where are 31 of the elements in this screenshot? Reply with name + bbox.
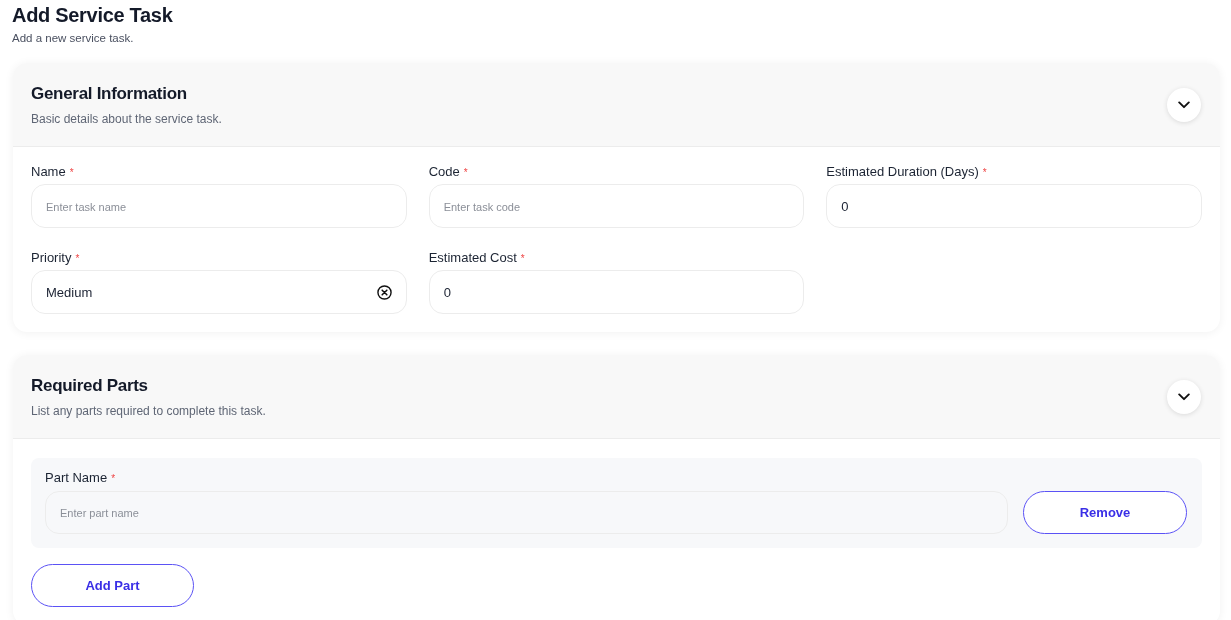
section-subtitle: Basic details about the service task.: [31, 111, 222, 127]
select-field[interactable]: Medium: [31, 270, 407, 314]
add-part-button[interactable]: Add Part: [31, 564, 194, 607]
text-input-field[interactable]: Enter task name: [31, 184, 407, 228]
section-title: General Information: [31, 83, 187, 105]
chevron-down-icon: [1178, 393, 1190, 401]
required-mark: *: [463, 166, 468, 180]
field-label: Estimated Duration (Days): [826, 164, 979, 180]
field-label: Code: [428, 164, 460, 180]
section-title: Required Parts: [31, 375, 148, 397]
chevron-down-icon: [1178, 101, 1190, 109]
text-input-field[interactable]: 0: [826, 184, 1202, 228]
collapse-toggle-button[interactable]: [1167, 88, 1201, 122]
part-name-input[interactable]: Enter part name: [45, 491, 1008, 534]
required-mark: *: [69, 166, 74, 180]
field-label: Priority: [31, 250, 72, 266]
collapse-toggle-button[interactable]: [1167, 380, 1201, 414]
page-title: Add Service Task: [12, 3, 173, 28]
field-label: Part Name: [45, 470, 108, 486]
section-subtitle: List any parts required to complete this task.: [31, 403, 266, 419]
required-mark: *: [982, 166, 987, 180]
page-subtitle: Add a new service task.: [12, 31, 134, 45]
field-label: Name: [31, 164, 66, 180]
required-mark: *: [75, 252, 80, 266]
required-mark: *: [520, 252, 525, 266]
text-input-field[interactable]: 0: [428, 270, 805, 314]
clear-icon[interactable]: [376, 284, 392, 300]
text-input-field[interactable]: Enter task code: [428, 184, 805, 228]
remove-button[interactable]: Remove: [1023, 491, 1187, 534]
field-label: Estimated Cost: [428, 250, 517, 266]
required-mark: *: [111, 472, 116, 486]
